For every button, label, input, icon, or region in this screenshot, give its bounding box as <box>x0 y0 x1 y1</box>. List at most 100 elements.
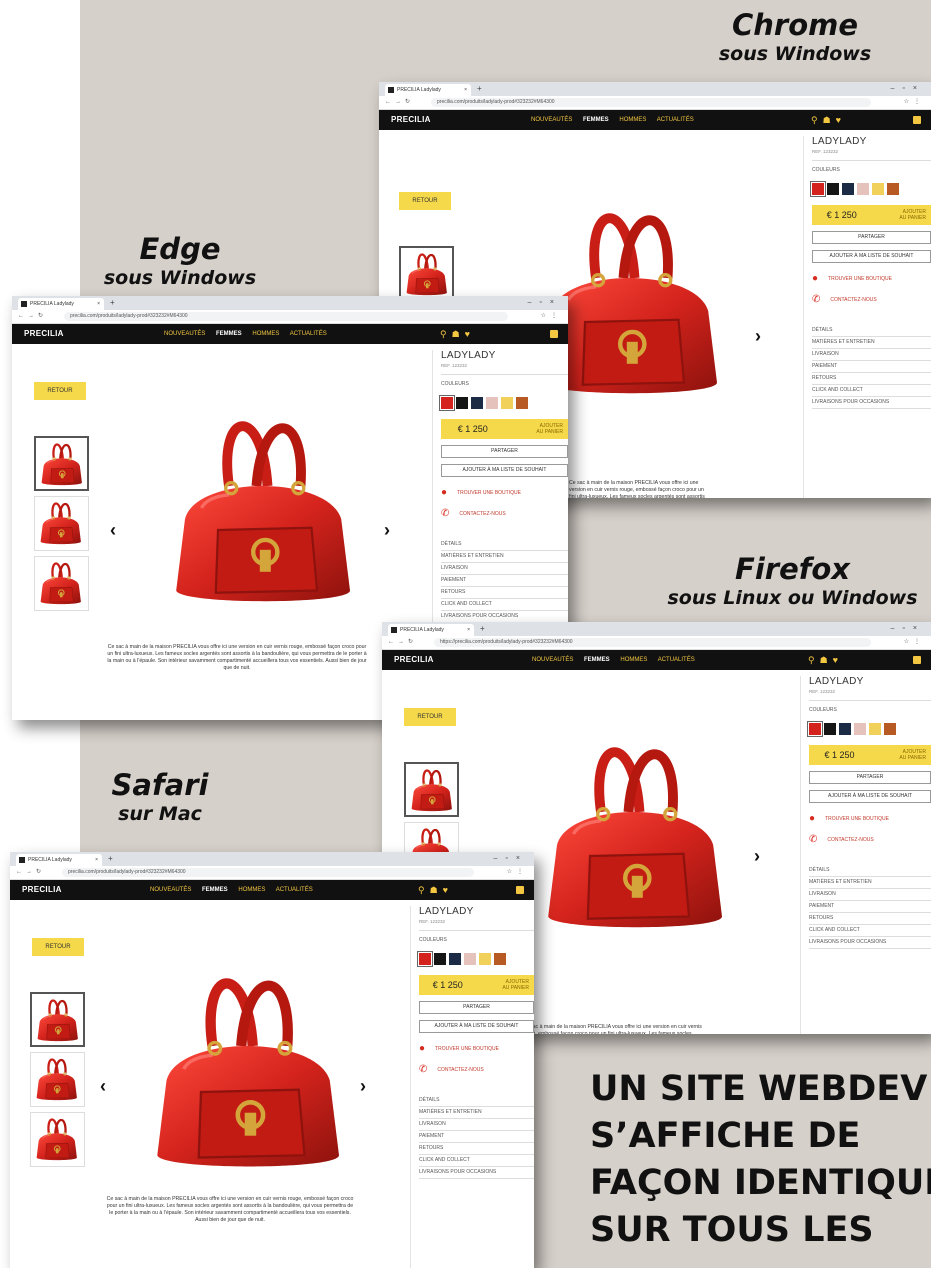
browser-tab[interactable]: PRECILIA Ladylady × <box>16 854 102 866</box>
color-swatch[interactable] <box>872 183 884 195</box>
color-swatch[interactable] <box>824 723 836 735</box>
menu-item-nouveautes[interactable]: NOUVEAUTÉS <box>164 331 205 337</box>
accordion-click-collect[interactable]: CLICK AND COLLECT <box>812 385 931 397</box>
store-link[interactable]: ● TROUVER UNE BOUTIQUE <box>441 487 568 498</box>
menu-item-femmes[interactable]: FEMMES <box>584 657 610 663</box>
retour-button[interactable]: RETOUR <box>34 382 86 400</box>
new-tab-button[interactable]: + <box>480 622 485 636</box>
thumbnail-1[interactable] <box>34 436 89 491</box>
accordion-returns[interactable]: RETOURS <box>812 373 931 385</box>
menu-item-actualites[interactable]: ACTUALITÉS <box>658 657 695 663</box>
tab-close-icon[interactable]: × <box>97 298 100 310</box>
store-link[interactable]: ● TROUVER UNE BOUTIQUE <box>419 1043 534 1054</box>
color-swatch[interactable] <box>479 953 491 965</box>
accordion-returns[interactable]: RETOURS <box>441 587 568 599</box>
new-tab-button[interactable]: + <box>477 82 482 96</box>
accordion-materials[interactable]: MATIÈRES ET ENTRETIEN <box>809 877 931 889</box>
next-arrow-icon[interactable]: › <box>384 520 390 541</box>
color-swatch[interactable] <box>501 397 513 409</box>
new-tab-button[interactable]: + <box>108 852 113 866</box>
browser-tab[interactable]: PRECILIA Ladylady × <box>388 624 474 636</box>
next-arrow-icon[interactable]: › <box>755 326 761 347</box>
search-bag-heart-icons[interactable]: ⚲☗♥ <box>808 650 843 670</box>
color-swatch[interactable] <box>456 397 468 409</box>
menu-item-actualites[interactable]: ACTUALITÉS <box>657 117 694 123</box>
url-field[interactable]: precilia.com/produits/ladylady-prod#3232… <box>431 98 871 107</box>
color-swatch[interactable] <box>854 723 866 735</box>
color-swatch[interactable] <box>857 183 869 195</box>
site-logo[interactable]: PRECILIA <box>24 324 64 344</box>
account-icon[interactable] <box>913 656 921 664</box>
site-logo[interactable]: PRECILIA <box>22 880 62 900</box>
accordion-payment[interactable]: PAIEMENT <box>812 361 931 373</box>
extension-icons[interactable]: ☆⋮ <box>904 96 925 109</box>
menu-item-hommes[interactable]: HOMMES <box>619 117 646 123</box>
accordion-payment[interactable]: PAIEMENT <box>809 901 931 913</box>
add-to-cart-button[interactable]: AJOUTER AU PANIER <box>476 975 534 995</box>
accordion-returns[interactable]: RETOURS <box>809 913 931 925</box>
menu-item-nouveautes[interactable]: NOUVEAUTÉS <box>150 887 191 893</box>
color-swatch[interactable] <box>887 183 899 195</box>
color-swatch[interactable] <box>417 951 433 967</box>
window-controls[interactable]: –▫× <box>494 852 528 866</box>
contact-link[interactable]: ✆ CONTACTEZ-NOUS <box>441 508 568 519</box>
extension-icons[interactable]: ☆⋮ <box>507 866 528 879</box>
accordion-details[interactable]: DÉTAILS <box>441 539 568 551</box>
store-link[interactable]: ● TROUVER UNE BOUTIQUE <box>809 813 931 824</box>
thumbnail-2[interactable] <box>30 1052 85 1107</box>
wishlist-button[interactable]: AJOUTER À MA LISTE DE SOUHAIT <box>812 250 931 263</box>
color-swatch[interactable] <box>869 723 881 735</box>
nav-buttons[interactable]: ←→↻ <box>385 96 414 109</box>
window-controls[interactable]: –▫× <box>528 296 562 310</box>
site-logo[interactable]: PRECILIA <box>391 110 431 130</box>
tab-close-icon[interactable]: × <box>95 854 98 866</box>
accordion-payment[interactable]: PAIEMENT <box>441 575 568 587</box>
accordion-delivery[interactable]: LIVRAISON <box>809 889 931 901</box>
url-field[interactable]: precilia.com/produits/ladylady-prod#3232… <box>62 868 474 877</box>
account-icon[interactable] <box>913 116 921 124</box>
accordion-delivery[interactable]: LIVRAISON <box>419 1119 534 1131</box>
share-button[interactable]: PARTAGER <box>809 771 931 784</box>
add-to-cart-button[interactable]: AJOUTER AU PANIER <box>504 419 568 439</box>
window-controls[interactable]: –▫× <box>891 82 925 96</box>
thumbnail-2[interactable] <box>34 496 89 551</box>
extension-icons[interactable]: ☆⋮ <box>904 636 925 649</box>
accordion-occasions[interactable]: LIVRAISONS POUR OCCASIONS <box>812 397 931 409</box>
accordion-payment[interactable]: PAIEMENT <box>419 1131 534 1143</box>
url-field[interactable]: precilia.com/produits/ladylady-prod#3232… <box>64 312 508 321</box>
color-swatch[interactable] <box>464 953 476 965</box>
menu-item-femmes[interactable]: FEMMES <box>216 331 242 337</box>
accordion-returns[interactable]: RETOURS <box>419 1143 534 1155</box>
url-field[interactable]: https://precilia.com/produits/ladylady-p… <box>434 638 871 647</box>
color-swatch[interactable] <box>471 397 483 409</box>
accordion-materials[interactable]: MATIÈRES ET ENTRETIEN <box>812 337 931 349</box>
thumbnail-3[interactable] <box>34 556 89 611</box>
tab-close-icon[interactable]: × <box>467 624 470 636</box>
nav-buttons[interactable]: ←→↻ <box>16 866 45 879</box>
site-logo[interactable]: PRECILIA <box>394 650 434 670</box>
accordion-occasions[interactable]: LIVRAISONS POUR OCCASIONS <box>419 1167 534 1179</box>
thumbnail-1[interactable] <box>404 762 459 817</box>
menu-item-nouveautes[interactable]: NOUVEAUTÉS <box>532 657 573 663</box>
retour-button[interactable]: RETOUR <box>404 708 456 726</box>
search-bag-heart-icons[interactable]: ⚲☗♥ <box>440 324 475 344</box>
search-bag-heart-icons[interactable]: ⚲☗♥ <box>811 110 846 130</box>
color-swatch[interactable] <box>449 953 461 965</box>
wishlist-button[interactable]: AJOUTER À MA LISTE DE SOUHAIT <box>809 790 931 803</box>
menu-item-hommes[interactable]: HOMMES <box>252 331 279 337</box>
prev-arrow-icon[interactable]: ‹ <box>110 520 116 541</box>
share-button[interactable]: PARTAGER <box>812 231 931 244</box>
accordion-materials[interactable]: MATIÈRES ET ENTRETIEN <box>419 1107 534 1119</box>
thumbnail-3[interactable] <box>30 1112 85 1167</box>
color-swatch[interactable] <box>810 181 826 197</box>
contact-link[interactable]: ✆ CONTACTEZ-NOUS <box>812 294 931 305</box>
color-swatch[interactable] <box>827 183 839 195</box>
browser-tab[interactable]: PRECILIA Ladylady × <box>385 84 471 96</box>
menu-item-actualites[interactable]: ACTUALITÉS <box>290 331 327 337</box>
menu-item-actualites[interactable]: ACTUALITÉS <box>276 887 313 893</box>
color-swatch[interactable] <box>516 397 528 409</box>
menu-item-hommes[interactable]: HOMMES <box>238 887 265 893</box>
color-swatch[interactable] <box>494 953 506 965</box>
retour-button[interactable]: RETOUR <box>32 938 84 956</box>
accordion-details[interactable]: DÉTAILS <box>812 325 931 337</box>
